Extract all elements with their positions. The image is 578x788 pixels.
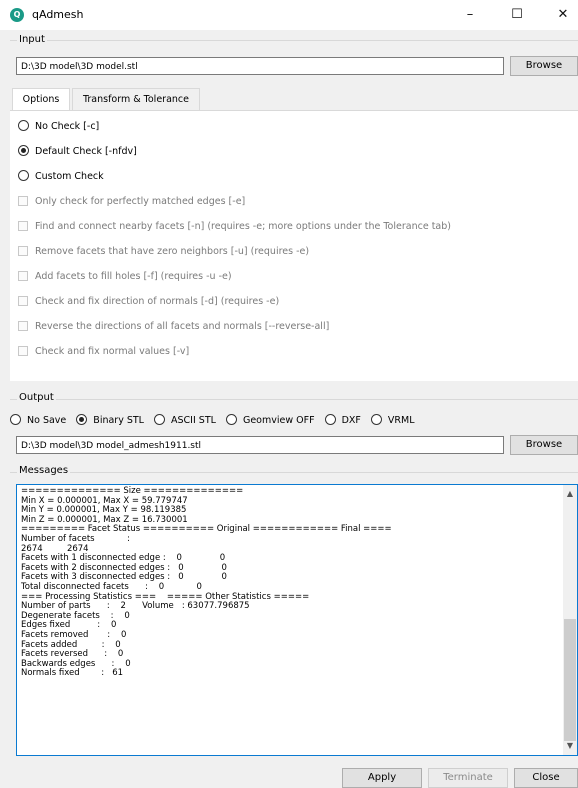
radio-button[interactable] [370, 414, 382, 425]
radio-label: Custom Check [35, 171, 104, 182]
messages-scrollbar[interactable]: ▲ ▼ [563, 485, 577, 755]
radio-dxf[interactable]: DXF [324, 413, 361, 429]
messages-text: ============== Size ============== Min X … [21, 486, 392, 679]
check-connect-nearby[interactable]: Find and connect nearby facets [-n] (req… [18, 219, 451, 235]
scroll-up-icon[interactable]: ▲ [563, 487, 577, 501]
input-browse-button[interactable]: Browse [510, 56, 578, 76]
apply-button[interactable]: Apply [342, 768, 422, 788]
radio-no-check[interactable]: No Check [-c] [18, 119, 99, 135]
output-group-label: Output [17, 392, 56, 403]
checkbox[interactable] [18, 221, 28, 231]
close-button[interactable]: Close [514, 768, 578, 788]
radio-vrml[interactable]: VRML [370, 413, 415, 429]
qadmesh-app-icon: Q [10, 8, 24, 22]
radio-no-save[interactable]: No Save [10, 413, 66, 429]
radio-button[interactable] [18, 120, 29, 131]
radio-custom-check[interactable]: Custom Check [18, 169, 104, 185]
radio-default-check[interactable]: Default Check [-nfdv] [18, 144, 137, 160]
checkbox-label: Add facets to fill holes [-f] (requires … [35, 271, 232, 282]
scroll-down-icon[interactable]: ▼ [563, 739, 577, 753]
check-normal-directions[interactable]: Check and fix direction of normals [-d] … [18, 294, 279, 310]
radio-label: No Save [27, 415, 67, 426]
radio-button[interactable] [76, 414, 88, 425]
input-path-field[interactable]: D:\3D model\3D model.stl [16, 57, 504, 75]
radio-geomview-off[interactable]: Geomview OFF [225, 413, 315, 429]
input-group-label: Input [17, 34, 47, 45]
checkbox-label: Remove facets that have zero neighbors [… [35, 246, 310, 257]
close-window-button[interactable]: ✕ [543, 4, 578, 26]
radio-button[interactable] [18, 170, 29, 181]
output-path-field[interactable]: D:\3D model\3D model_admesh1911.stl [16, 436, 504, 454]
window-title: qAdmesh [32, 8, 84, 21]
radio-button[interactable] [154, 414, 166, 425]
checkbox-label: Reverse the directions of all facets and… [35, 321, 330, 332]
radio-button[interactable] [10, 414, 21, 425]
checkbox-label: Only check for perfectly matched edges [… [35, 196, 246, 207]
radio-label: VRML [387, 415, 415, 426]
radio-label: Geomview OFF [242, 415, 315, 426]
checkbox-label: Check and fix normal values [-v] [35, 346, 190, 357]
checkbox[interactable] [18, 321, 28, 331]
radio-label: Binary STL [93, 415, 144, 426]
radio-ascii-stl[interactable]: ASCII STL [154, 413, 216, 429]
radio-binary-stl[interactable]: Binary STL [76, 413, 144, 429]
input-group-border [10, 40, 578, 41]
output-format-radios: No Save Binary STL ASCII STL Geomview OF… [10, 413, 422, 429]
check-matched-edges[interactable]: Only check for perfectly matched edges [… [18, 194, 245, 210]
title-bar: Q qAdmesh – ☐ ✕ [0, 0, 578, 30]
radio-button[interactable] [18, 145, 29, 156]
checkbox[interactable] [18, 346, 28, 356]
radio-button[interactable] [324, 414, 336, 425]
tab-options[interactable]: Options [12, 88, 70, 111]
radio-label: DXF [341, 415, 361, 426]
check-remove-unconnected[interactable]: Remove facets that have zero neighbors [… [18, 244, 309, 260]
check-normal-values[interactable]: Check and fix normal values [-v] [18, 344, 189, 360]
tab-transform-tolerance[interactable]: Transform & Tolerance [72, 88, 200, 110]
radio-label: ASCII STL [171, 415, 216, 426]
message-line: Normals fixed : 61 [21, 668, 124, 679]
scroll-thumb[interactable] [564, 619, 576, 741]
checkbox[interactable] [18, 196, 28, 206]
checkbox[interactable] [18, 271, 28, 281]
checkbox[interactable] [18, 296, 28, 306]
radio-label: No Check [-c] [35, 121, 100, 132]
radio-button[interactable] [225, 414, 237, 425]
checkbox-label: Find and connect nearby facets [-n] (req… [35, 221, 451, 232]
terminate-button[interactable]: Terminate [428, 768, 508, 788]
output-browse-button[interactable]: Browse [510, 435, 578, 455]
messages-group-border [10, 472, 578, 473]
checkbox[interactable] [18, 246, 28, 256]
maximize-button[interactable]: ☐ [497, 4, 537, 26]
minimize-button[interactable]: – [450, 4, 490, 26]
output-group-border [10, 399, 578, 400]
options-panel: No Check [-c] Default Check [-nfdv] Cust… [10, 110, 578, 381]
check-fill-holes[interactable]: Add facets to fill holes [-f] (requires … [18, 269, 232, 285]
radio-label: Default Check [-nfdv] [35, 146, 137, 157]
messages-log[interactable]: ============== Size ============== Min X … [16, 484, 578, 756]
check-reverse-all[interactable]: Reverse the directions of all facets and… [18, 319, 329, 335]
messages-group-label: Messages [17, 465, 71, 476]
checkbox-label: Check and fix direction of normals [-d] … [35, 296, 280, 307]
